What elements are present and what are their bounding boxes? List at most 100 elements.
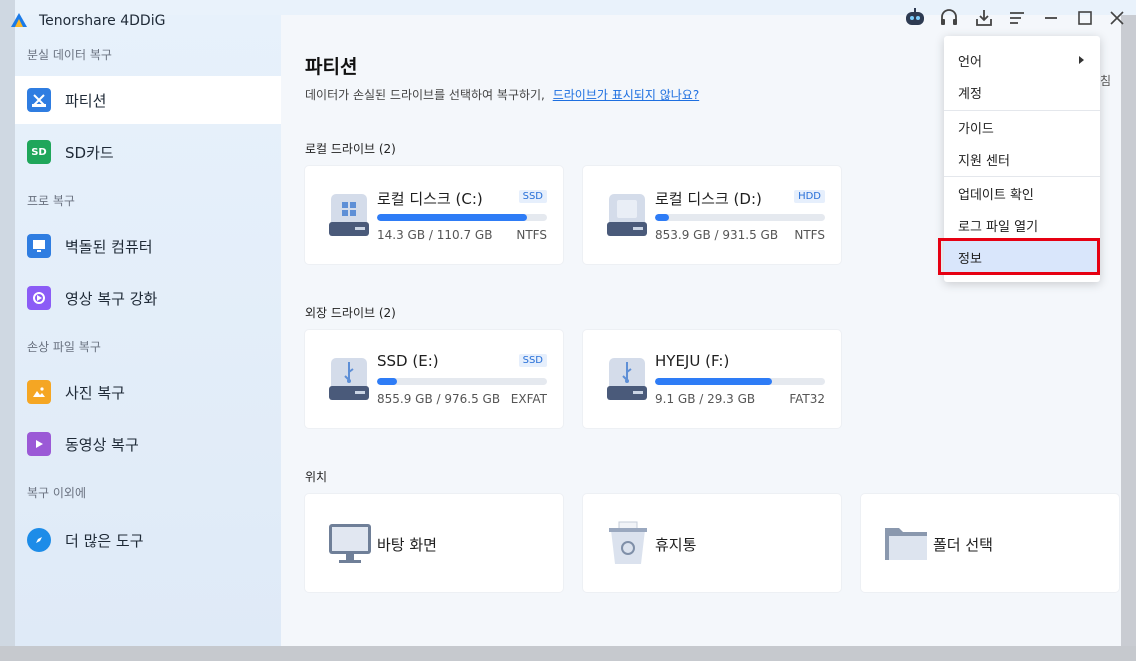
sidebar-item-label: 사진 복구 — [65, 383, 125, 402]
hard-drive-icon — [329, 194, 369, 236]
sidebar-item-more-tools[interactable]: 더 많은 도구 — [15, 516, 281, 564]
page-title: 파티션 — [305, 56, 358, 78]
drive-usage-bar — [655, 378, 825, 385]
drive-usage-fill — [377, 378, 398, 385]
drive-card-f[interactable]: HYEJU (F:) 9.1 GB / 29.3 GB FAT32 — [583, 330, 841, 428]
submenu-arrow-icon — [1079, 56, 1084, 64]
sidebar-item-label: 동영상 복구 — [65, 435, 139, 454]
drive-not-shown-link[interactable]: 드라이브가 표시되지 않나요? — [553, 88, 699, 102]
video-icon — [27, 432, 51, 456]
menu-item-label: 업데이트 확인 — [958, 187, 1034, 203]
menu-item-support-center[interactable]: 지원 센터 — [944, 143, 1100, 175]
app-title-bar: Tenorshare 4DDiG — [8, 8, 165, 34]
section-label-pro-recovery: 프로 복구 — [27, 194, 75, 208]
section-label-beyond-recovery: 복구 이외에 — [27, 486, 87, 500]
menu-item-check-update[interactable]: 업데이트 확인 — [944, 177, 1100, 209]
sidebar-item-label: 더 많은 도구 — [65, 531, 144, 550]
hard-drive-icon — [607, 194, 647, 236]
drive-card-e[interactable]: SSD (E:) SSD 855.9 GB / 976.5 GB EXFAT — [305, 330, 563, 428]
crashed-computer-icon — [27, 234, 51, 258]
window-bottom-strip — [0, 646, 1136, 661]
menu-item-guide[interactable]: 가이드 — [944, 111, 1100, 143]
sidebar-item-video-enhance[interactable]: 영상 복구 강화 — [15, 274, 281, 322]
usb-drive-icon — [607, 358, 647, 400]
sidebar-item-label: 벽돌된 컴퓨터 — [65, 237, 153, 256]
recycle-bin-icon — [609, 521, 647, 564]
sidebar-item-label: 영상 복구 강화 — [65, 289, 158, 308]
menu-item-label: 지원 센터 — [958, 153, 1010, 169]
drive-filesystem: EXFAT — [510, 392, 547, 406]
drive-usage-text: 853.9 GB / 931.5 GB — [655, 228, 779, 242]
headset-support-icon[interactable] — [938, 7, 960, 29]
usb-drive-icon — [329, 358, 369, 400]
drive-name: HYEJU (F:) — [655, 352, 730, 370]
drive-usage-text: 855.9 GB / 976.5 GB — [377, 392, 501, 406]
drive-filesystem: FAT32 — [789, 392, 825, 406]
drive-name: 로컬 디스크 (C:) — [377, 190, 483, 208]
page-subtitle: 데이터가 손실된 드라이브를 선택하여 복구하기, 드라이브가 표시되지 않나요… — [305, 86, 699, 103]
minimize-icon[interactable] — [1040, 7, 1062, 29]
download-icon[interactable] — [973, 7, 995, 29]
location-name: 폴더 선택 — [933, 536, 993, 554]
photo-icon — [27, 380, 51, 404]
location-header: 위치 — [305, 470, 328, 484]
drive-usage-fill — [377, 214, 527, 221]
sd-card-icon: SD — [27, 140, 51, 164]
menu-item-label: 로그 파일 열기 — [958, 219, 1039, 235]
drive-usage-bar — [377, 214, 547, 221]
location-card-desktop[interactable]: 바탕 화면 — [305, 494, 563, 592]
drive-card-c[interactable]: 로컬 디스크 (C:) SSD 14.3 GB / 110.7 GB NTFS — [305, 166, 563, 264]
menu-item-open-log[interactable]: 로그 파일 열기 — [944, 209, 1100, 241]
drive-card-d[interactable]: 로컬 디스크 (D:) HDD 853.9 GB / 931.5 GB NTFS — [583, 166, 841, 264]
location-name: 휴지통 — [655, 536, 697, 554]
drive-usage-bar — [377, 378, 547, 385]
external-drives-header: 외장 드라이브 (2) — [305, 306, 396, 320]
menu-item-language[interactable]: 언어 — [944, 44, 1100, 76]
partition-icon — [27, 88, 51, 112]
location-name: 바탕 화면 — [377, 536, 437, 554]
drive-usage-fill — [655, 214, 669, 221]
menu-item-account[interactable]: 계정 — [944, 76, 1100, 108]
maximize-icon[interactable] — [1074, 7, 1096, 29]
sidebar-item-label: SD카드 — [65, 143, 114, 162]
app-logo-icon — [11, 13, 27, 27]
section-label-lost-data: 분실 데이터 복구 — [27, 48, 112, 62]
drive-type-badge: HDD — [794, 190, 825, 203]
drive-type-badge: SSD — [518, 354, 547, 367]
drive-filesystem: NTFS — [516, 228, 547, 242]
drive-type-badge: SSD — [518, 190, 547, 203]
sidebar-item-label: 파티션 — [65, 91, 107, 110]
window-left-strip — [0, 0, 15, 661]
menu-item-label: 계정 — [958, 86, 982, 102]
video-enhance-icon — [27, 286, 51, 310]
section-label-corrupted-file: 손상 파일 복구 — [27, 340, 101, 354]
folder-icon — [885, 528, 927, 560]
menu-icon[interactable] — [1006, 7, 1028, 29]
drive-name: 로컬 디스크 (D:) — [655, 190, 762, 208]
page-subtitle-text: 데이터가 손실된 드라이브를 선택하여 복구하기, — [305, 88, 545, 102]
menu-item-label: 언어 — [958, 54, 982, 70]
drive-usage-bar — [655, 214, 825, 221]
drive-filesystem: NTFS — [794, 228, 825, 242]
sidebar-item-photo-recovery[interactable]: 사진 복구 — [15, 368, 281, 416]
compass-icon — [27, 528, 51, 552]
sidebar-item-crashed-computer[interactable]: 벽돌된 컴퓨터 — [15, 222, 281, 270]
window-top-strip — [0, 0, 1136, 15]
drive-usage-fill — [655, 378, 773, 385]
location-card-folder[interactable]: 폴더 선택 — [861, 494, 1119, 592]
highlight-box — [938, 238, 1100, 275]
sidebar-item-partition[interactable]: 파티션 — [15, 76, 281, 124]
close-icon[interactable] — [1107, 7, 1127, 29]
sidebar-item-sd-card[interactable]: SD SD카드 — [15, 128, 281, 176]
drive-usage-text: 14.3 GB / 110.7 GB — [377, 228, 493, 242]
location-card-recycle-bin[interactable]: 휴지통 — [583, 494, 841, 592]
menu-item-label: 가이드 — [958, 121, 994, 137]
local-drives-header: 로컬 드라이브 (2) — [305, 142, 396, 156]
drive-name: SSD (E:) — [377, 352, 439, 370]
desktop-icon — [329, 524, 371, 563]
sidebar-item-video-recovery[interactable]: 동영상 복구 — [15, 420, 281, 468]
partially-hidden-text: 침 — [1100, 74, 1112, 88]
ai-assistant-icon[interactable] — [904, 7, 926, 29]
app-title: Tenorshare 4DDiG — [39, 13, 166, 29]
drive-usage-text: 9.1 GB / 29.3 GB — [655, 392, 756, 406]
